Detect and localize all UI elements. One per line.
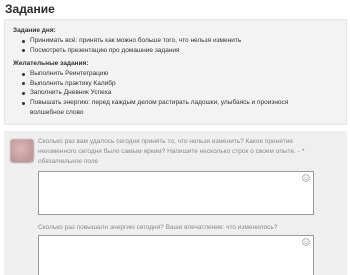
list-item-text: Посмотреть презентацию про домашние зада… <box>30 46 180 54</box>
list-item: Выполнить Реинтеграцию <box>13 69 318 79</box>
list-item-text: Заполнить Дневник Успеха <box>30 89 112 97</box>
bullet-icon <box>22 39 25 43</box>
list-item: Посмотреть презентацию про домашние зада… <box>13 46 333 56</box>
answer-textarea[interactable] <box>38 235 314 275</box>
bullet-icon <box>22 49 25 53</box>
avatar <box>10 139 34 163</box>
bullet-icon <box>22 101 25 105</box>
bullet-icon <box>22 82 25 86</box>
daily-task-heading: Задание дня: <box>13 27 56 34</box>
list-item-text: Выполнить практику Калибр <box>30 79 116 87</box>
task-card: Задание дня: Принимать всё: принять как … <box>4 19 347 125</box>
list-item: Выполнить практику Калибр <box>13 79 318 89</box>
list-item: Принимать всё: принять как можно больше … <box>13 36 333 46</box>
question-body: Сколько раз вам удалось сегодня принять … <box>38 138 302 155</box>
daily-task-list: Принимать всё: принять как можно больше … <box>13 36 333 55</box>
question-text: Сколько раз вам удалось сегодня принять … <box>38 137 328 167</box>
questions-section: Сколько раз вам удалось сегодня принять … <box>4 131 347 275</box>
list-item: Повышать энергию: перед каждым делом рас… <box>13 98 318 117</box>
list-item-text: Принимать всё: принять как можно больше … <box>30 37 242 44</box>
bullet-icon <box>22 72 25 76</box>
list-item: Заполнить Дневник Успеха <box>13 88 318 98</box>
answer-textarea[interactable] <box>38 171 314 215</box>
page-title: Задание <box>5 2 55 16</box>
question-text: Сколько раз повышали энергию сегодня? Ва… <box>38 224 278 231</box>
task-page: Задание Задание дня: Принимать всё: прин… <box>0 0 350 275</box>
list-item-text: Выполнить Реинтеграцию <box>30 70 109 77</box>
smiley-icon[interactable] <box>302 174 310 182</box>
optional-task-heading: Желательные задания: <box>13 60 89 67</box>
bullet-icon <box>22 91 25 95</box>
smiley-icon[interactable] <box>302 238 310 246</box>
optional-task-list: Выполнить Реинтеграцию Выполнить практик… <box>13 69 318 118</box>
list-item-text: Повышать энергию: перед каждым делом рас… <box>30 99 289 116</box>
